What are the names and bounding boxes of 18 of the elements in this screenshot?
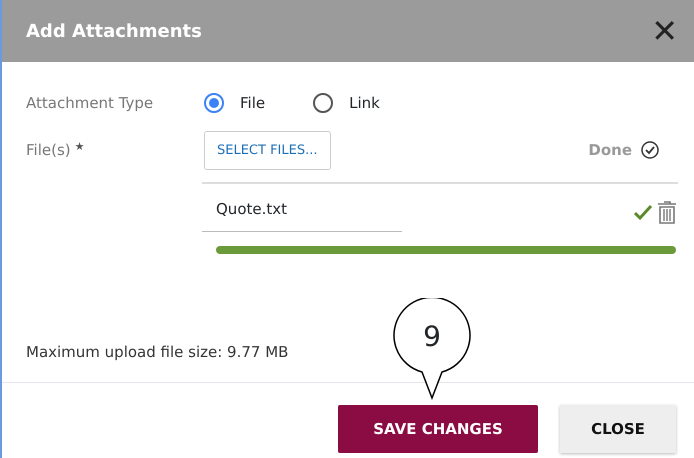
callout-number: 9: [422, 319, 442, 355]
status-label: Done: [588, 140, 632, 161]
close-button[interactable]: CLOSE: [560, 405, 676, 453]
radio-button[interactable]: [204, 93, 224, 114]
field-label: Attachment Type: [26, 93, 154, 114]
file-name: Quote.txt: [202, 184, 402, 232]
max-size-note: Maximum upload file size: 9.77 MB: [26, 342, 288, 363]
option-label: File: [240, 93, 266, 114]
close-button[interactable]: ✕: [651, 15, 678, 47]
option-label: Link: [349, 93, 380, 114]
select-files-button[interactable]: SELECT FILES...: [204, 130, 330, 170]
dialog-title: Add Attachments: [26, 20, 202, 44]
done-check-icon: [640, 140, 660, 160]
trash-icon[interactable]: [656, 200, 678, 224]
radio-button[interactable]: [313, 93, 334, 114]
save-changes-button[interactable]: SAVE CHANGES: [338, 405, 538, 453]
required-mark: ★: [74, 139, 84, 155]
field-label: File(s): [26, 140, 71, 161]
